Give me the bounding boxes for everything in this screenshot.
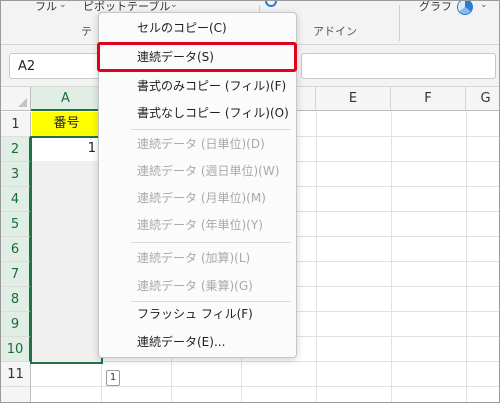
menu-item-linear-trend: 連続データ (加算)(L)	[137, 251, 251, 265]
formula-bar[interactable]	[301, 53, 496, 79]
highlight-box	[97, 42, 297, 72]
column-header-a[interactable]: A	[31, 87, 101, 111]
menu-item-fill-days: 連続データ (日単位)(D)	[137, 137, 265, 151]
chevron-down-icon[interactable]: ⌄	[480, 1, 488, 10]
gridline	[391, 111, 392, 402]
row-header-5[interactable]: 5	[1, 212, 31, 237]
ribbon-graph-label[interactable]: グラフ	[419, 1, 452, 14]
menu-separator	[131, 242, 291, 243]
addin-icon[interactable]	[265, 1, 277, 7]
column-header-g[interactable]: G	[466, 87, 499, 111]
menu-item-fill-without-formatting[interactable]: 書式なしコピー (フィル)(O)	[99, 100, 296, 127]
chevron-down-icon[interactable]: ⌄	[170, 1, 178, 10]
ribbon-table-label[interactable]: フル	[35, 1, 57, 14]
row-header-8[interactable]: 8	[1, 287, 31, 312]
column-header-f[interactable]: F	[391, 87, 466, 111]
row-header-6[interactable]: 6	[1, 237, 31, 262]
ribbon-divider	[399, 5, 400, 41]
row-header-2[interactable]: 2	[1, 137, 31, 162]
cell-a1[interactable]: 番号	[32, 112, 101, 136]
row-header-4[interactable]: 4	[1, 187, 31, 212]
name-box[interactable]: A2	[9, 53, 109, 79]
gridline	[316, 111, 317, 402]
menu-item-series-dialog[interactable]: 連続データ(E)...	[99, 329, 296, 356]
excel-window: フル ⌄ ピボットテーブル ⌄ テ アドイン グラフ ⌄ A2 A B C D …	[0, 0, 500, 403]
menu-item-fill-years: 連続データ (年単位)(Y)	[137, 218, 263, 232]
row-header-1[interactable]: 1	[1, 112, 31, 137]
menu-separator	[131, 129, 291, 130]
row-header-3[interactable]: 3	[1, 162, 31, 187]
gridline	[466, 111, 467, 402]
menu-item-fill-weekdays: 連続データ (週日単位)(W)	[137, 164, 280, 178]
auto-fill-options-button[interactable]: 1	[106, 370, 120, 386]
name-box-value: A2	[18, 59, 36, 74]
row-header-10[interactable]: 10	[1, 337, 31, 362]
column-header-e[interactable]: E	[316, 87, 391, 111]
row-header-7[interactable]: 7	[1, 262, 31, 287]
row-header-12[interactable]	[1, 387, 31, 402]
ribbon-group-label: テ	[81, 25, 92, 38]
menu-item-copy-cells[interactable]: セルのコピー(C)	[99, 15, 296, 42]
row-header-9[interactable]: 9	[1, 312, 31, 337]
pie-chart-icon[interactable]	[457, 1, 473, 15]
selection-border	[30, 136, 103, 364]
row-header-11[interactable]: 11	[1, 362, 31, 387]
menu-item-growth-trend: 連続データ (乗算)(G)	[137, 279, 253, 293]
chevron-down-icon[interactable]: ⌄	[59, 1, 67, 10]
select-all-triangle-icon	[18, 98, 27, 107]
menu-item-fill-formatting-only[interactable]: 書式のみコピー (フィル)(F)	[99, 73, 296, 100]
ribbon-addins-label: アドイン	[313, 25, 357, 38]
menu-item-flash-fill[interactable]: フラッシュ フィル(F)	[99, 301, 296, 328]
select-all-button[interactable]	[1, 87, 31, 111]
menu-item-fill-months: 連続データ (月単位)(M)	[137, 191, 266, 205]
